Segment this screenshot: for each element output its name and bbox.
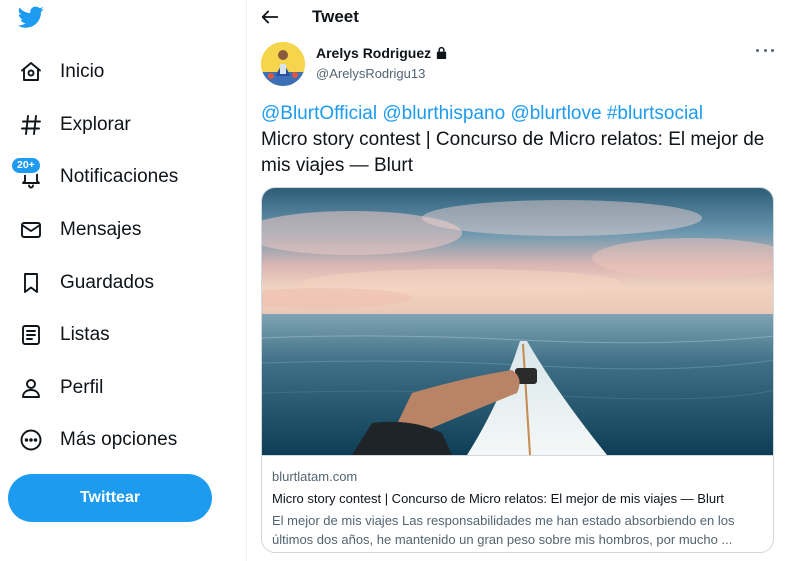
main-nav: Inicio Explorar 20+ Notificaciones Mensa… bbox=[0, 46, 246, 467]
list-icon bbox=[18, 322, 44, 348]
card-domain: blurtlatam.com bbox=[272, 469, 358, 484]
card-body: blurtlatam.com Micro story contest | Con… bbox=[262, 455, 773, 552]
mention-blurtofficial[interactable]: @BlurtOfficial bbox=[261, 103, 377, 124]
twitter-logo-icon[interactable] bbox=[16, 4, 46, 30]
nav-item-explore[interactable]: Explorar bbox=[0, 99, 246, 152]
card-title: Micro story contest | Concurso de Micro … bbox=[272, 491, 725, 506]
nav-item-messages[interactable]: Mensajes bbox=[0, 204, 246, 257]
author-handle[interactable]: @ArelysRodrigu13 bbox=[316, 66, 425, 81]
nav-item-notifications[interactable]: 20+ Notificaciones bbox=[0, 151, 246, 204]
nav-item-home[interactable]: Inicio bbox=[0, 46, 246, 99]
main-column: Tweet Arelys Rodriguez @ArelysRodrigu13 … bbox=[247, 0, 800, 561]
nav-item-bookmarks[interactable]: Guardados bbox=[0, 256, 246, 309]
notification-badge: 20+ bbox=[10, 156, 42, 176]
avatar[interactable] bbox=[261, 42, 305, 86]
nav-label-more-options: Más opciones bbox=[60, 429, 178, 451]
page-header: Tweet bbox=[247, 0, 800, 36]
tweet-body: Micro story contest | Concurso de Micro … bbox=[261, 129, 765, 176]
nav-label-lists: Listas bbox=[60, 324, 110, 346]
hashtag-blurtsocial[interactable]: #blurtsocial bbox=[607, 103, 703, 124]
author-name[interactable]: Arelys Rodriguez bbox=[316, 45, 448, 61]
sidebar: Inicio Explorar 20+ Notificaciones Mensa… bbox=[0, 0, 246, 561]
back-arrow-icon[interactable] bbox=[259, 6, 281, 28]
bell-icon: 20+ bbox=[10, 156, 44, 190]
tweet-text: @BlurtOfficial @blurthispano @blurtlove … bbox=[261, 101, 781, 179]
hashtag-icon bbox=[18, 112, 44, 138]
nav-label-bookmarks: Guardados bbox=[60, 271, 155, 293]
nav-label-messages: Mensajes bbox=[60, 219, 142, 241]
nav-label-profile: Perfil bbox=[60, 376, 104, 398]
page-title: Tweet bbox=[312, 7, 359, 26]
nav-label-explore: Explorar bbox=[60, 113, 131, 135]
mention-blurthispano[interactable]: @blurthispano bbox=[382, 103, 505, 124]
tweet-button[interactable]: Twittear bbox=[8, 474, 212, 522]
nav-label-notifications: Notificaciones bbox=[60, 166, 179, 188]
card-description: El mejor de mis viajes Las responsabilid… bbox=[272, 513, 735, 547]
nav-item-profile[interactable]: Perfil bbox=[0, 362, 246, 415]
nav-item-lists[interactable]: Listas bbox=[0, 309, 246, 362]
more-circle-icon bbox=[18, 427, 44, 453]
lock-icon bbox=[435, 46, 448, 60]
mention-blurtlove[interactable]: @blurtlove bbox=[510, 103, 601, 124]
card-image bbox=[262, 188, 773, 456]
nav-item-more-options[interactable]: Más opciones bbox=[0, 414, 246, 467]
more-options-icon[interactable] bbox=[756, 45, 774, 55]
person-icon bbox=[18, 375, 44, 401]
home-icon bbox=[18, 59, 44, 85]
envelope-icon bbox=[18, 217, 44, 243]
author-name-text: Arelys Rodriguez bbox=[316, 45, 432, 61]
link-card[interactable]: blurtlatam.com Micro story contest | Con… bbox=[261, 187, 774, 553]
bookmark-icon bbox=[18, 270, 44, 296]
nav-label-home: Inicio bbox=[60, 61, 105, 83]
